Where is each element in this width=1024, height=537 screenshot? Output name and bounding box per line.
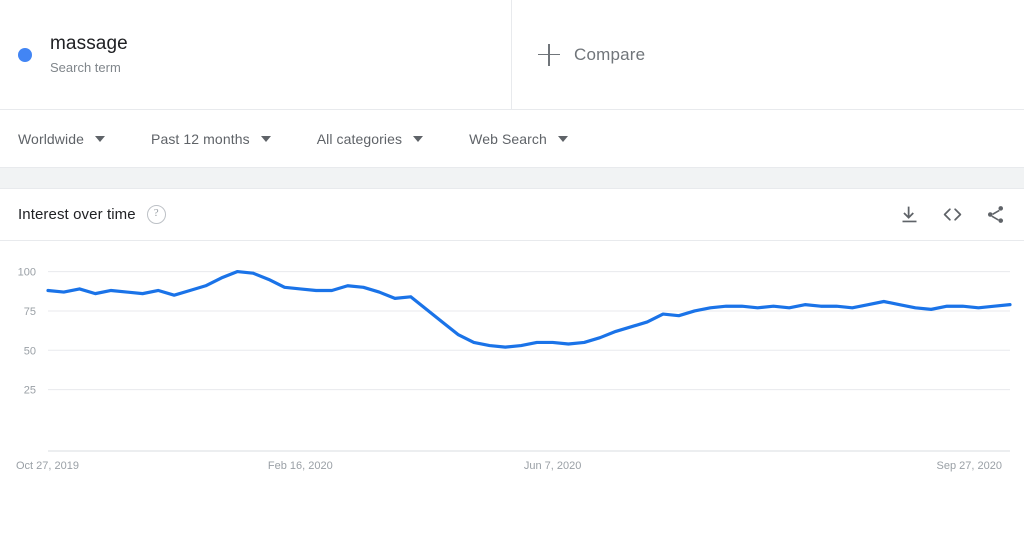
interest-over-time-card: Interest over time ? 25 50 75 100 Oct 27… [0, 189, 1024, 481]
x-axis-tick: Feb 16, 2020 [268, 460, 333, 472]
x-axis-tick: Oct 27, 2019 [16, 460, 79, 472]
section-separator [0, 168, 1024, 189]
card-header: Interest over time ? [0, 189, 1024, 241]
filter-search-type[interactable]: Web Search [469, 131, 568, 147]
chart-area: 25 50 75 100 Oct 27, 2019 Feb 16, 2020 Jun 7, … [0, 241, 1024, 481]
embed-code-icon[interactable] [942, 204, 963, 225]
filter-search-type-label: Web Search [469, 130, 547, 147]
search-term-subtitle: Search term [50, 59, 121, 75]
card-title: Interest over time [18, 206, 136, 223]
y-axis-tick: 25 [24, 385, 36, 397]
filter-region[interactable]: Worldwide [18, 131, 105, 147]
plus-icon [538, 43, 560, 66]
y-axis-tick: 100 [18, 267, 36, 279]
filter-category-label: All categories [316, 130, 403, 147]
series-color-dot [18, 47, 32, 62]
chevron-down-icon [413, 135, 424, 142]
filter-region-label: Worldwide [18, 130, 84, 147]
y-axis-tick: 50 [24, 345, 36, 357]
x-axis-tick: Sep 27, 2020 [937, 460, 1002, 472]
filter-time-range-label: Past 12 months [151, 130, 250, 147]
search-terms-row: massage Search term Compare [0, 0, 1024, 110]
download-icon[interactable] [899, 204, 920, 225]
search-term-card[interactable]: massage Search term [0, 0, 512, 109]
share-icon[interactable] [985, 204, 1006, 225]
chart-series-line [46, 269, 1012, 349]
chevron-down-icon [557, 135, 568, 142]
filter-time-range[interactable]: Past 12 months [151, 131, 271, 147]
chevron-down-icon [95, 135, 105, 142]
add-comparison-button[interactable]: Compare [512, 0, 1024, 109]
compare-label: Compare [574, 44, 646, 64]
y-axis-tick: 75 [24, 306, 36, 318]
help-icon[interactable]: ? [146, 205, 166, 224]
chevron-down-icon [260, 135, 271, 142]
filter-category[interactable]: All categories [316, 130, 424, 147]
interest-over-time-chart[interactable]: 25 50 75 100 Oct 27, 2019 Feb 16, 2020 Jun 7, … [0, 241, 1024, 481]
search-term-title: massage [50, 32, 128, 54]
card-actions [899, 204, 1006, 225]
filter-bar: Worldwide Past 12 months All categories … [0, 110, 1024, 168]
x-axis-tick: Jun 7, 2020 [524, 460, 582, 472]
